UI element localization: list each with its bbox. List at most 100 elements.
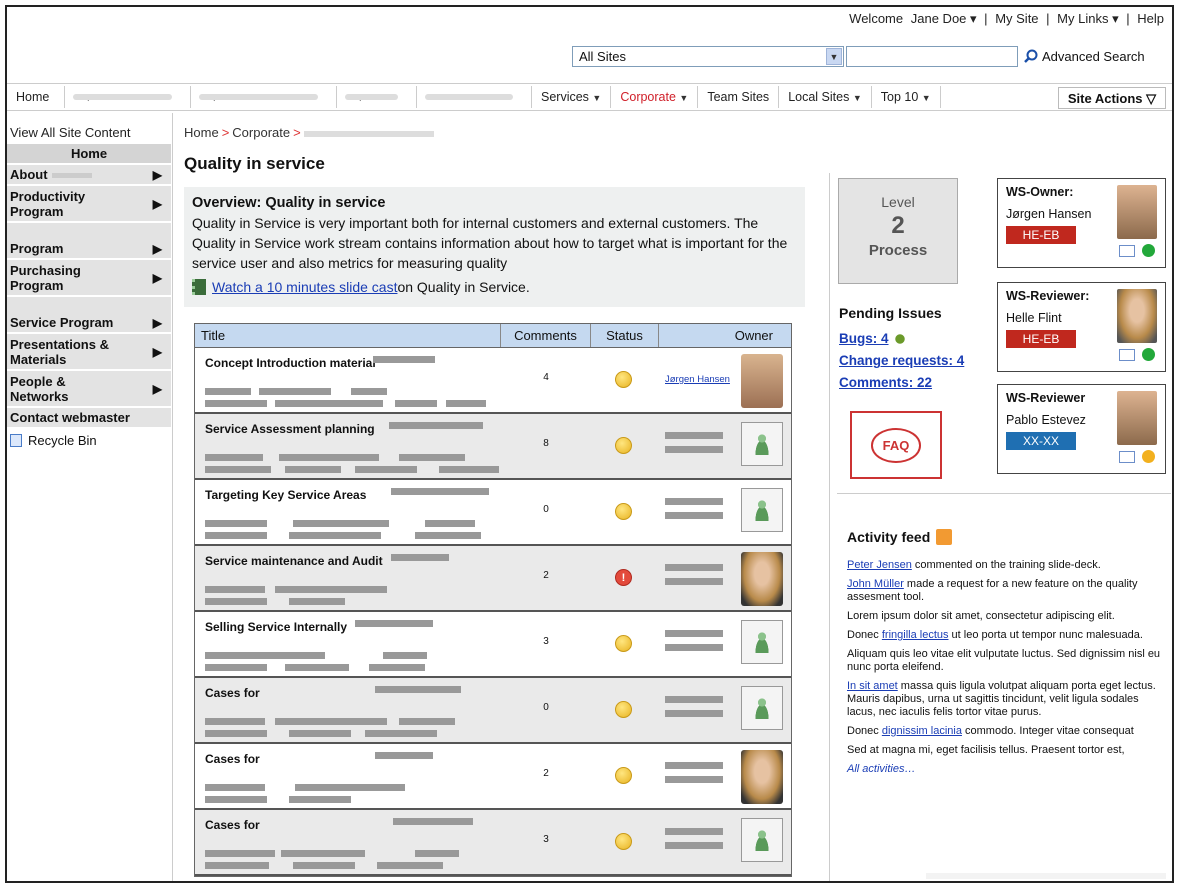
row-title[interactable]: Cases for	[205, 686, 260, 700]
feed-link[interactable]: In sit amet	[847, 680, 898, 692]
nav-team-sites[interactable]: Team Sites	[698, 86, 780, 108]
all-activities-link[interactable]: All activities…	[847, 763, 1167, 776]
slidecast-link[interactable]: Watch a 10 minutes slide cast	[212, 277, 397, 297]
row-title[interactable]: Selling Service Internally	[205, 620, 347, 634]
row-title[interactable]: Cases for	[205, 752, 260, 766]
user-avatar-icon[interactable]	[741, 488, 783, 532]
row-title[interactable]: Service maintenance and Audit	[205, 554, 383, 568]
redacted-bar	[205, 454, 263, 461]
comments-link[interactable]: Comments: 22	[839, 375, 999, 390]
row-title[interactable]: Targeting Key Service Areas	[205, 488, 366, 502]
feed-link[interactable]: Peter Jensen	[847, 559, 912, 571]
feed-link[interactable]: fringilla lectus	[882, 629, 949, 641]
site-actions-button[interactable]: Site Actions ▽	[1058, 87, 1166, 109]
redacted-bar	[205, 730, 267, 737]
user-avatar-icon[interactable]	[741, 422, 783, 466]
leftnav-contact-webmaster[interactable]: Contact webmaster	[7, 408, 171, 429]
help-link[interactable]: Help	[1137, 11, 1164, 26]
presence-status-icon	[1142, 348, 1155, 361]
table-row[interactable]: Cases for 3	[195, 810, 791, 876]
redacted-bar	[205, 388, 251, 395]
owner-photo[interactable]	[741, 354, 783, 408]
feed-item: In sit amet massa quis ligula volutpat a…	[847, 680, 1167, 719]
card-tag: HE-EB	[1006, 226, 1076, 244]
smiley-status-icon	[615, 767, 632, 784]
feed-link[interactable]: John Müller	[847, 578, 904, 590]
nav-corporate[interactable]: Corporate ▼	[611, 86, 699, 108]
recycle-bin-link[interactable]: Recycle Bin	[7, 429, 171, 452]
bugs-link[interactable]: Bugs: 4	[839, 331, 999, 347]
cell-status	[591, 810, 659, 874]
table-header: Title Comments Status Owner	[195, 324, 791, 348]
nav-blurred-4[interactable]: x	[417, 86, 532, 108]
col-title[interactable]: Title	[195, 324, 501, 347]
mail-icon[interactable]	[1119, 349, 1135, 361]
col-comments[interactable]: Comments	[501, 324, 591, 347]
search-scope-select[interactable]: All Sites ▼	[572, 45, 844, 67]
mail-icon[interactable]	[1119, 451, 1135, 463]
leftnav-item-productivity[interactable]: Productivity Program ▶	[7, 186, 171, 223]
leftnav-item-about[interactable]: About ▶	[7, 165, 171, 186]
user-menu[interactable]: Jane Doe ▾	[911, 11, 977, 26]
mail-icon[interactable]	[1119, 245, 1135, 257]
row-title[interactable]: Cases for	[205, 818, 260, 832]
faq-button[interactable]: FAQ	[850, 411, 942, 479]
table-row[interactable]: Concept Introduction material 4 Jørgen Han…	[195, 348, 791, 414]
chevron-down-icon[interactable]: ▼	[826, 47, 842, 65]
my-site-link[interactable]: My Site	[995, 11, 1038, 26]
table-row[interactable]: Cases for 2	[195, 744, 791, 810]
separator: |	[1126, 11, 1130, 26]
rss-icon[interactable]	[936, 529, 953, 545]
page-frame: Welcome Jane Doe ▾ | My Site | My Links …	[5, 5, 1174, 883]
search-input[interactable]	[846, 45, 1018, 67]
table-row[interactable]: Service maintenance and Audit 2!	[195, 546, 791, 612]
row-title[interactable]: Concept Introduction material	[205, 356, 376, 370]
redacted-bar	[285, 664, 349, 671]
breadcrumb-home[interactable]: Home	[184, 125, 219, 140]
redacted-bar	[205, 796, 267, 803]
row-title[interactable]: Service Assessment planning	[205, 422, 375, 436]
advanced-search-link[interactable]: Advanced Search	[1024, 49, 1145, 64]
owner-link[interactable]: Jørgen Hansen	[665, 374, 730, 385]
redacted-bar	[665, 630, 723, 637]
table-row[interactable]: Cases for 0	[195, 678, 791, 744]
my-links-menu[interactable]: My Links ▾	[1057, 11, 1118, 26]
user-avatar-icon[interactable]	[741, 620, 783, 664]
nav-blurred-3[interactable]: x ▼	[337, 86, 417, 108]
leftnav-item-purchasing[interactable]: Purchasing Program ▶	[7, 260, 171, 297]
change-requests-link[interactable]: Change requests: 4	[839, 353, 999, 368]
leftnav-home-label: Home	[70, 146, 108, 161]
user-avatar-icon[interactable]	[741, 686, 783, 730]
table-row[interactable]: Targeting Key Service Areas 0	[195, 480, 791, 546]
redacted-bar	[275, 718, 387, 725]
nav-services[interactable]: Services ▼	[532, 86, 612, 108]
table-row[interactable]: Selling Service Internally 3	[195, 612, 791, 678]
leftnav-home[interactable]: Home	[7, 144, 171, 165]
feed-link[interactable]: dignissim lacinia	[882, 725, 962, 737]
leftnav-item-program[interactable]: Program ▶	[7, 223, 171, 260]
leftnav-item-people[interactable]: People & Networks ▶	[7, 371, 171, 408]
redacted-bar	[289, 598, 345, 605]
search-scope-value: All Sites	[579, 48, 626, 64]
view-all-site-content-link[interactable]: View All Site Content	[7, 121, 171, 144]
level-number: 2	[891, 212, 905, 239]
user-avatar-icon[interactable]	[741, 818, 783, 862]
leftnav-item-service[interactable]: Service Program ▶	[7, 297, 171, 334]
breadcrumb-corporate[interactable]: Corporate	[232, 125, 290, 140]
redacted-bar	[369, 664, 425, 671]
nav-home[interactable]: Home	[7, 86, 65, 108]
leftnav-item-presentations[interactable]: Presentations & Materials ▶	[7, 334, 171, 371]
redacted-bar	[665, 710, 723, 717]
nav-blurred-2[interactable]: x ▼	[191, 86, 337, 108]
owner-photo[interactable]	[741, 750, 783, 804]
workstream-table: Title Comments Status Owner Concept Intr…	[194, 323, 792, 877]
nav-local-sites[interactable]: Local Sites ▼	[779, 86, 872, 108]
nav-top10[interactable]: Top 10 ▼	[872, 86, 941, 108]
cell-title: Service Assessment planning	[195, 414, 501, 478]
table-body: Concept Introduction material 4 Jørgen Han…	[195, 348, 791, 876]
table-row[interactable]: Service Assessment planning 8	[195, 414, 791, 480]
col-status[interactable]: Status	[591, 324, 659, 347]
nav-blurred-1[interactable]: x ▼	[65, 86, 191, 108]
col-owner[interactable]: Owner	[659, 324, 791, 347]
owner-photo[interactable]	[741, 552, 783, 606]
